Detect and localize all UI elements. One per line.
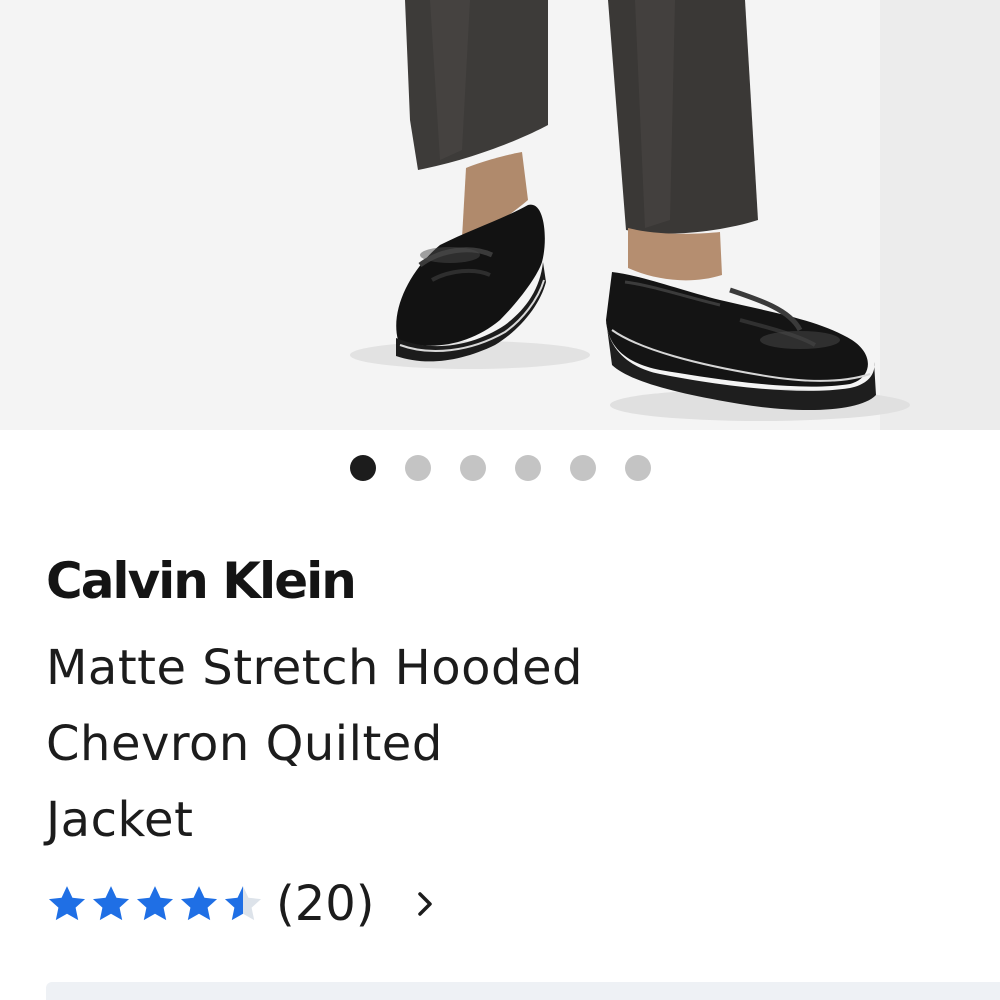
rating-summary-link[interactable]: (20) <box>46 872 437 936</box>
carousel-dot-1[interactable] <box>349 455 376 481</box>
chevron-right-icon <box>417 892 432 916</box>
star-half-icon <box>224 886 262 921</box>
carousel-dot-3[interactable] <box>459 455 486 481</box>
product-detail-page: Calvin Klein Matte Stretch Hooded Chevro… <box>0 0 1000 1000</box>
carousel-dot-2[interactable] <box>404 455 431 481</box>
carousel-dot-5[interactable] <box>569 455 596 481</box>
star-full-icon <box>48 886 86 921</box>
product-photo <box>0 0 1000 430</box>
star-full-icon <box>92 886 130 921</box>
product-title-line-1: Matte Stretch Hooded <box>46 640 583 696</box>
product-title-line-2: Chevron Quilted <box>46 716 443 772</box>
product-brand[interactable]: Calvin Klein <box>46 548 357 614</box>
image-carousel-indicator <box>0 454 1000 482</box>
product-title-line-3: Jacket <box>46 792 194 848</box>
star-full-icon <box>180 886 218 921</box>
carousel-dot-4[interactable] <box>514 455 541 481</box>
product-title: Matte Stretch Hooded Chevron Quilted Jac… <box>46 630 746 858</box>
next-section-panel <box>46 982 1000 1000</box>
carousel-dot-6[interactable] <box>624 455 651 481</box>
product-image[interactable] <box>0 0 1000 430</box>
star-full-icon <box>136 886 174 921</box>
star-rating <box>46 883 264 925</box>
review-count: (20) <box>276 876 375 932</box>
